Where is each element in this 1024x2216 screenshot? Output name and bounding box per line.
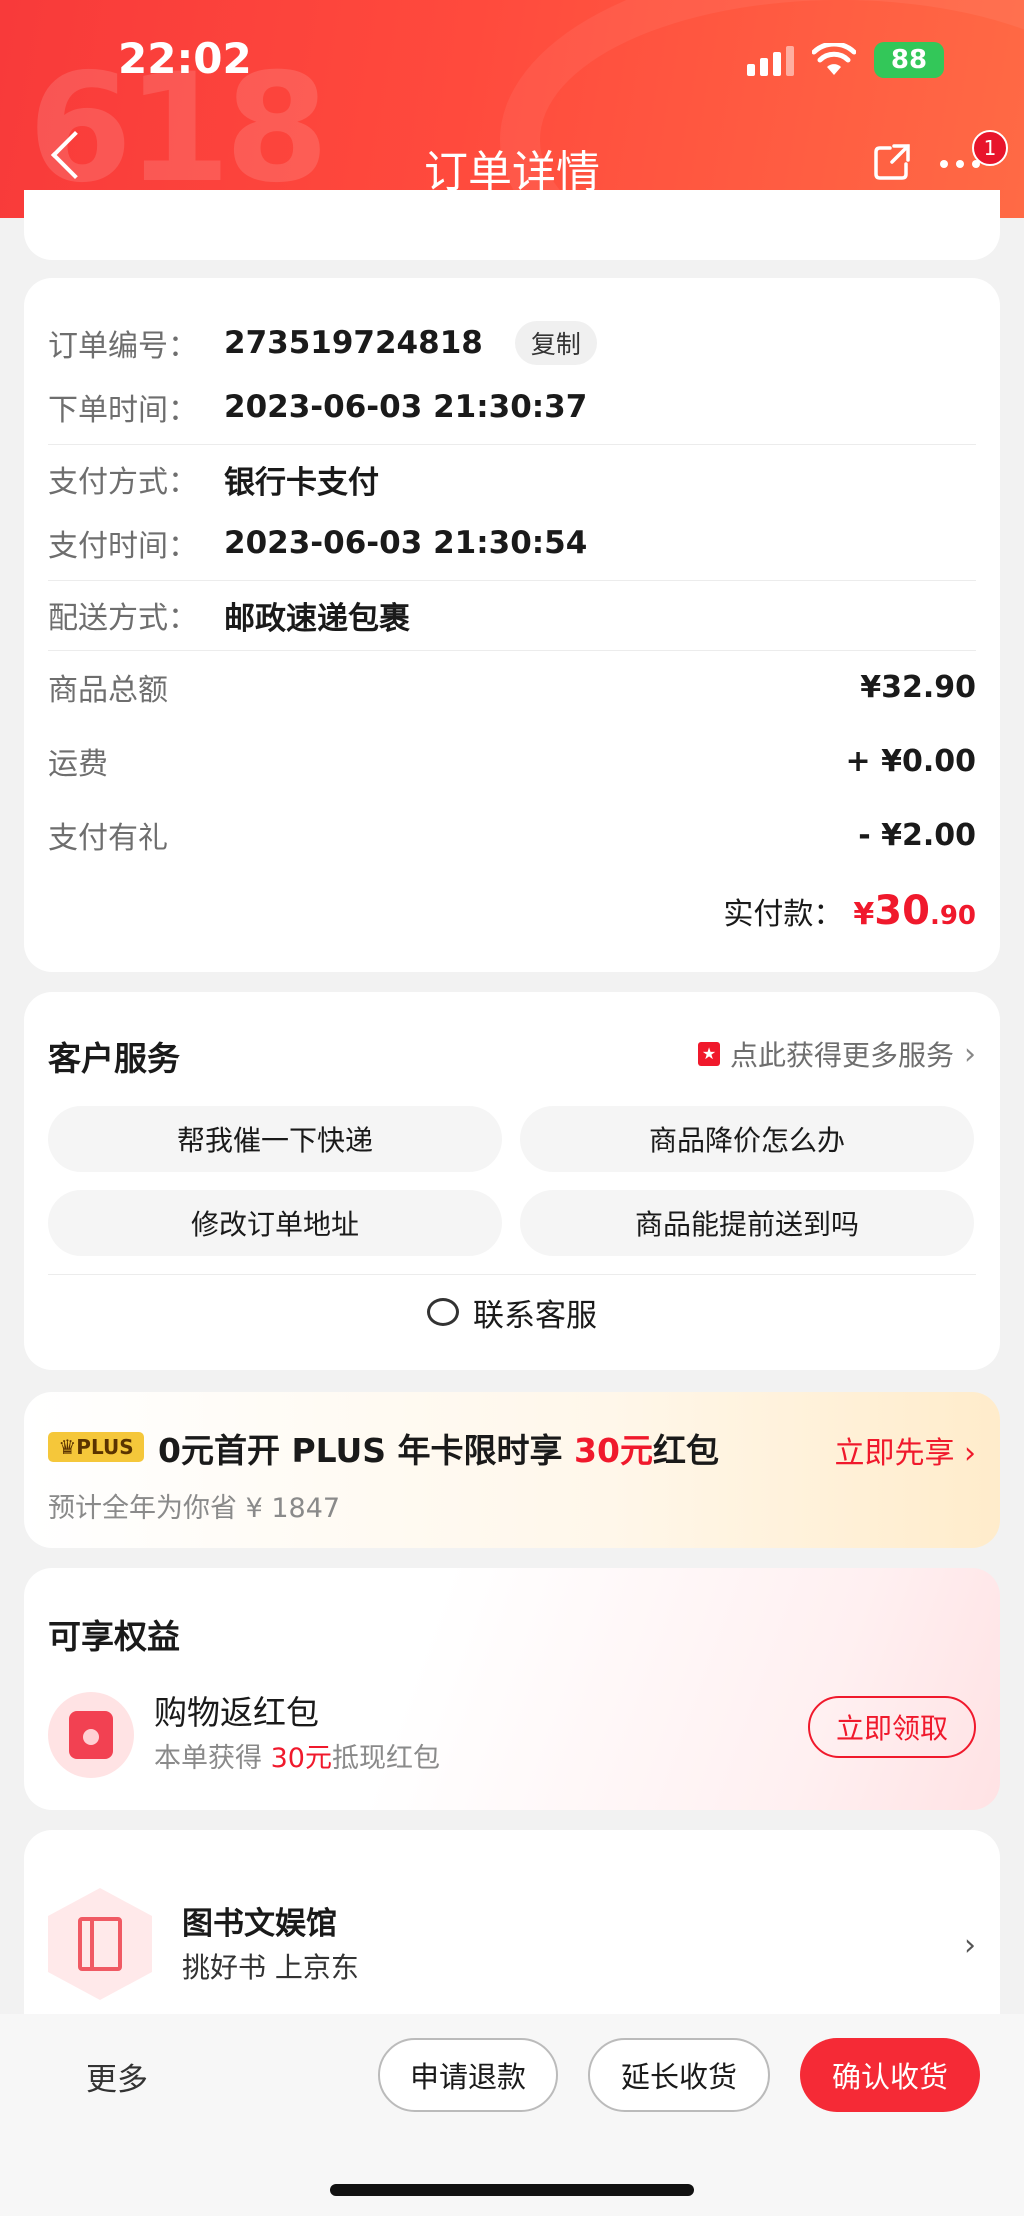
order-number-value: 273519724818 bbox=[224, 325, 483, 361]
payment-gift-value: - ¥2.00 bbox=[858, 817, 976, 853]
previous-card bbox=[24, 190, 1000, 260]
benefit-desc-suffix: 抵现红包 bbox=[331, 1743, 440, 1774]
refund-button[interactable]: 申请退款 bbox=[378, 2038, 558, 2112]
chevron-right-icon: › bbox=[964, 1036, 976, 1072]
divider bbox=[48, 650, 976, 651]
chat-icon bbox=[427, 1298, 459, 1326]
benefit-name: 购物返红包 bbox=[154, 1693, 319, 1732]
goods-total-row: 商品总额 ¥32.90 bbox=[48, 662, 976, 712]
page-header: 618 22:02 88 订单详情 1 bbox=[0, 0, 1024, 218]
chevron-right-icon: › bbox=[964, 1928, 976, 1963]
wifi-icon bbox=[812, 43, 856, 75]
paid-decimal: .90 bbox=[929, 901, 976, 931]
paid-currency: ¥ bbox=[853, 897, 875, 932]
more-services-label: 点此获得更多服务 bbox=[729, 1039, 954, 1072]
order-time-row: 下单时间： 2023-06-03 21:30:37 bbox=[48, 382, 976, 432]
more-menu-icon[interactable] bbox=[940, 160, 980, 168]
status-icons: 88 bbox=[747, 40, 944, 80]
payment-time-value: 2023-06-03 21:30:54 bbox=[224, 525, 588, 561]
plus-cta-link[interactable]: 立即先享 › bbox=[834, 1428, 976, 1472]
change-address-button[interactable]: 修改订单地址 bbox=[48, 1190, 502, 1256]
divider bbox=[48, 1274, 976, 1275]
plus-badge: ♛ PLUS bbox=[48, 1432, 144, 1462]
urge-delivery-button[interactable]: 帮我催一下快递 bbox=[48, 1106, 502, 1172]
store-name: 图书文娱馆 bbox=[182, 1906, 337, 1942]
status-time: 22:02 bbox=[118, 34, 252, 83]
claim-button[interactable]: 立即领取 bbox=[808, 1696, 976, 1758]
payment-method-label: 支付方式： bbox=[48, 465, 198, 500]
goods-total-value: ¥32.90 bbox=[860, 669, 976, 705]
plus-title-suffix: 红包 bbox=[652, 1431, 719, 1470]
plus-badge-label: PLUS bbox=[76, 1435, 134, 1459]
benefits-card: 可享权益 购物返红包 本单获得 30元抵现红包 立即领取 bbox=[24, 1568, 1000, 1810]
benefit-desc-prefix: 本单获得 bbox=[154, 1743, 271, 1774]
confirm-receipt-button[interactable]: 确认收货 bbox=[800, 2038, 980, 2112]
payment-gift-label: 支付有礼 bbox=[48, 821, 168, 856]
copy-button[interactable]: 复制 bbox=[514, 321, 597, 365]
home-indicator bbox=[330, 2184, 694, 2196]
more-services-link[interactable]: ★ 点此获得更多服务 › bbox=[697, 1034, 976, 1074]
payment-time-row: 支付时间： 2023-06-03 21:30:54 bbox=[48, 518, 976, 568]
shipping-fee-label: 运费 bbox=[48, 747, 108, 782]
store-subtitle: 挑好书 上京东 bbox=[182, 1951, 359, 1984]
payment-time-label: 支付时间： bbox=[48, 529, 198, 564]
shipping-fee-value: + ¥0.00 bbox=[845, 743, 976, 779]
battery-icon: 88 bbox=[874, 42, 944, 78]
delivery-method-label: 配送方式： bbox=[48, 601, 198, 636]
paid-amount: 实付款： ¥ 30 .90 bbox=[723, 888, 976, 948]
plus-promo-card[interactable]: ♛ PLUS 0元首开 PLUS 年卡限时享 30元红包 预计全年为你省 ¥ 18… bbox=[24, 1392, 1000, 1548]
more-link[interactable]: 更多 bbox=[86, 2054, 148, 2099]
benefits-title: 可享权益 bbox=[48, 1617, 180, 1656]
shipping-fee-row: 运费 + ¥0.00 bbox=[48, 736, 976, 786]
early-delivery-button[interactable]: 商品能提前送到吗 bbox=[520, 1190, 974, 1256]
divider bbox=[48, 580, 976, 581]
contact-service-label: 联系客服 bbox=[473, 1297, 597, 1334]
customer-service-card: 客户服务 ★ 点此获得更多服务 › 帮我催一下快递 商品降价怎么办 修改订单地址… bbox=[24, 992, 1000, 1370]
star-icon: ★ bbox=[697, 1042, 720, 1066]
price-drop-button[interactable]: 商品降价怎么办 bbox=[520, 1106, 974, 1172]
red-envelope-icon bbox=[48, 1692, 134, 1778]
signal-icon bbox=[747, 44, 794, 76]
book-icon bbox=[48, 1888, 152, 2000]
order-info-card: 订单编号： 273519724818 复制 下单时间： 2023-06-03 2… bbox=[24, 278, 1000, 972]
plus-title-prefix: 0元首开 PLUS 年卡限时享 bbox=[158, 1431, 575, 1470]
order-number-label: 订单编号： bbox=[48, 329, 198, 364]
plus-title: 0元首开 PLUS 年卡限时享 30元红包 bbox=[158, 1424, 719, 1472]
order-number-row: 订单编号： 273519724818 复制 bbox=[48, 318, 976, 368]
divider bbox=[48, 444, 976, 445]
contact-service-button[interactable]: 联系客服 bbox=[24, 1282, 1000, 1342]
plus-title-highlight: 30元 bbox=[574, 1431, 653, 1470]
payment-method-row: 支付方式： 银行卡支付 bbox=[48, 454, 976, 504]
payment-method-value: 银行卡支付 bbox=[224, 464, 379, 501]
order-time-label: 下单时间： bbox=[48, 393, 198, 428]
benefit-description: 本单获得 30元抵现红包 bbox=[154, 1736, 440, 1775]
payment-gift-row: 支付有礼 - ¥2.00 bbox=[48, 810, 976, 860]
paid-label: 实付款： bbox=[723, 897, 844, 932]
service-title: 客户服务 bbox=[48, 1039, 180, 1078]
paid-integer: 30 bbox=[874, 888, 930, 934]
extend-receipt-button[interactable]: 延长收货 bbox=[588, 2038, 770, 2112]
benefit-desc-highlight: 30元 bbox=[270, 1743, 332, 1774]
goods-total-label: 商品总额 bbox=[48, 673, 168, 708]
delivery-method-value: 邮政速递包裹 bbox=[224, 600, 410, 637]
store-card[interactable]: 图书文娱馆 挑好书 上京东 › bbox=[24, 1830, 1000, 2030]
delivery-method-row: 配送方式： 邮政速递包裹 bbox=[48, 590, 976, 640]
order-time-value: 2023-06-03 21:30:37 bbox=[224, 389, 588, 425]
plus-subtitle: 预计全年为你省 ¥ 1847 bbox=[48, 1493, 341, 1524]
notification-badge: 1 bbox=[972, 130, 1008, 166]
share-icon[interactable] bbox=[872, 142, 912, 182]
